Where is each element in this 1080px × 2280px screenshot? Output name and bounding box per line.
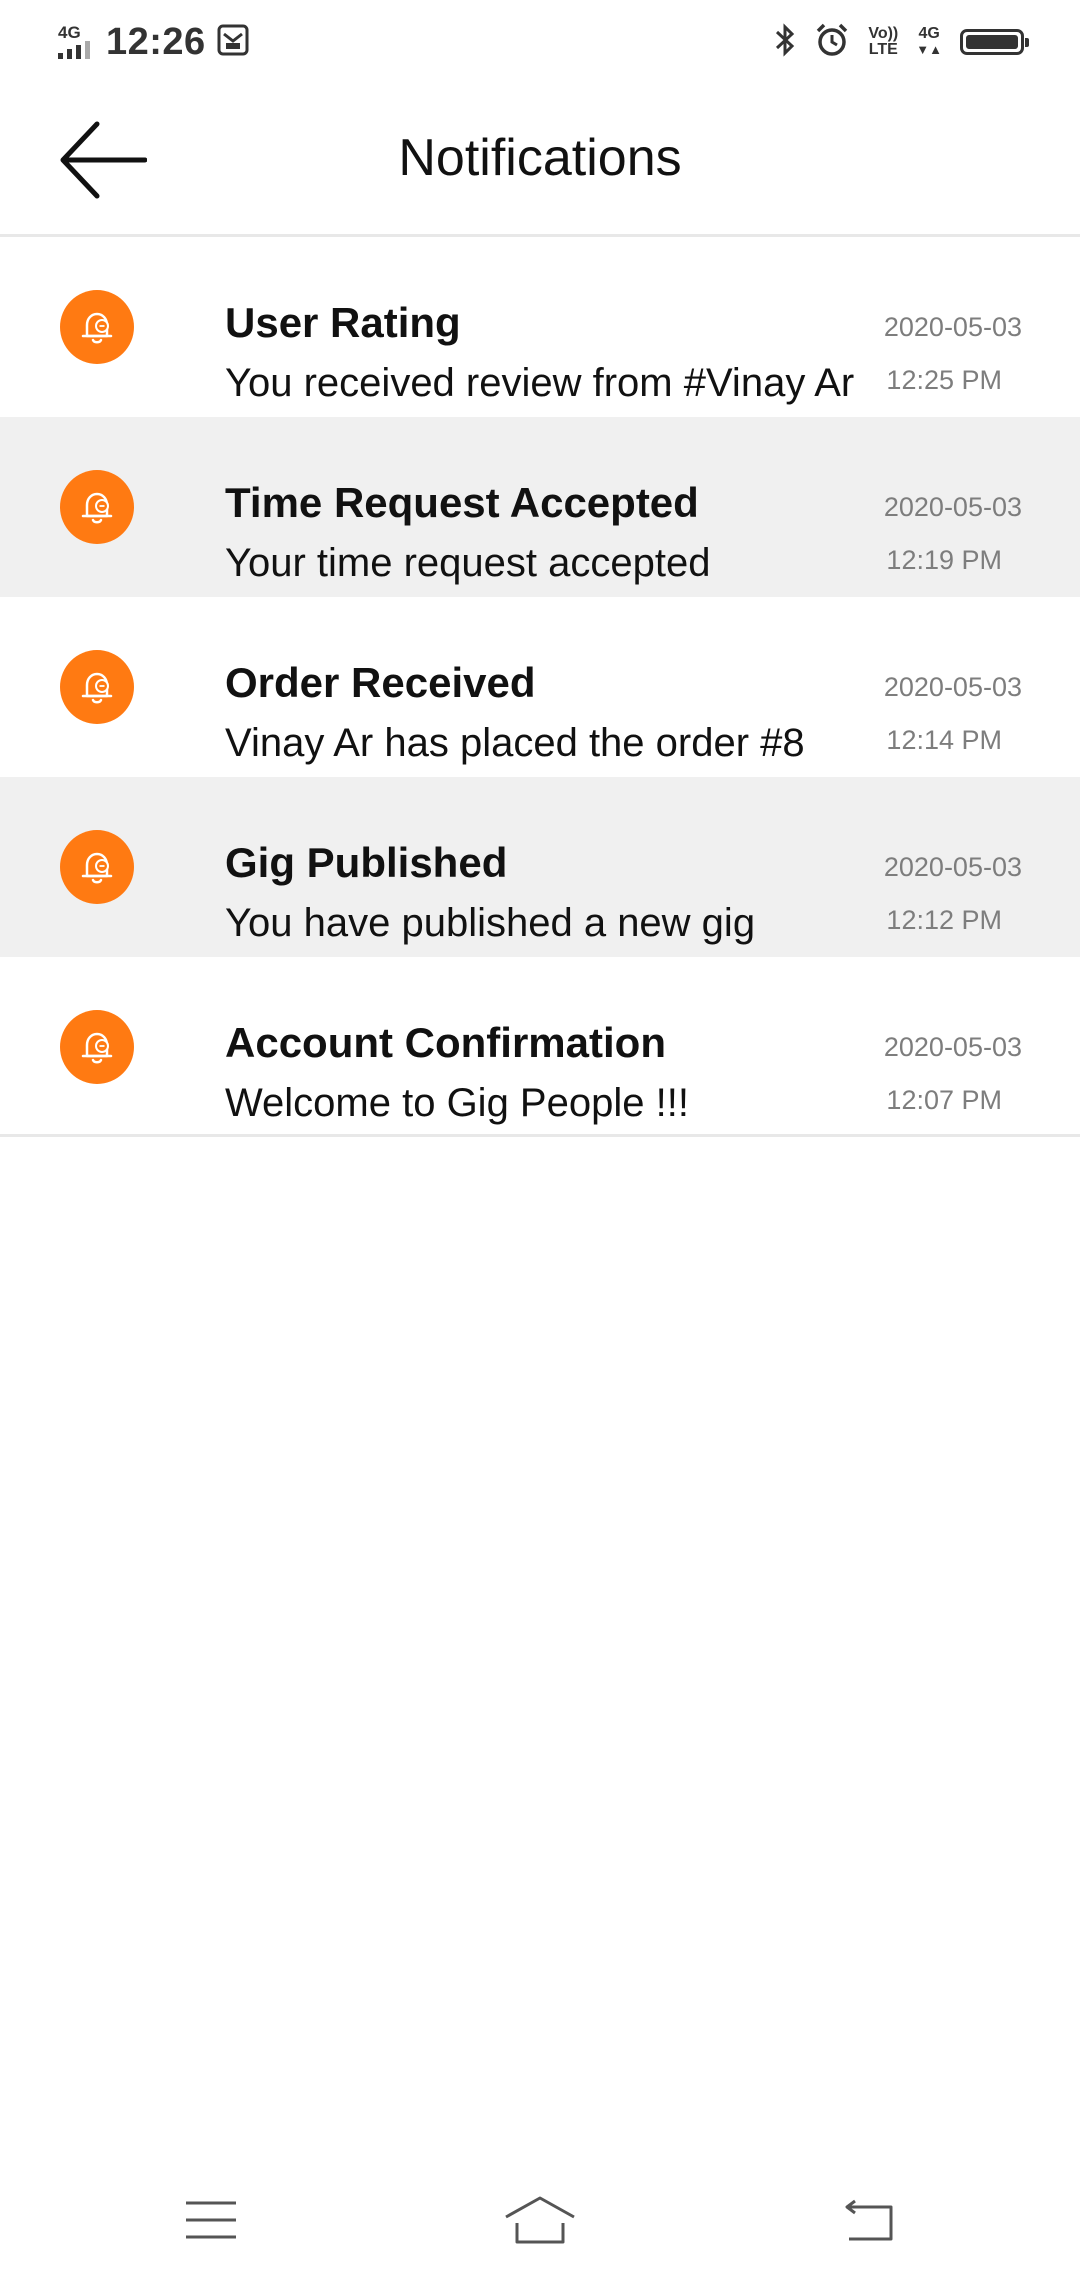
notification-title: User Rating [225,299,461,346]
notification-row-gig-published[interactable]: Gig Published You have published a new g… [0,777,1080,957]
notification-date: 2020-05-03 [883,672,1022,702]
notification-date: 2020-05-03 [883,312,1022,342]
system-back-button[interactable] [820,2190,920,2250]
notification-message: You have published a new gig [225,901,756,945]
menu-icon [186,2201,236,2239]
notification-row-order-received[interactable]: Order Received Vinay Ar has placed the o… [0,597,1080,777]
volte-indicator: Vo)) LTE [868,26,898,58]
notification-date: 2020-05-03 [883,492,1022,522]
notification-row-time-request-accepted[interactable]: Time Request Accepted Your time request … [0,417,1080,597]
page-title: Notifications [398,129,682,187]
notification-date: 2020-05-03 [883,852,1022,882]
notification-time: 12:12 PM [886,905,1002,935]
notification-message: Your time request accepted [225,541,711,585]
notification-time: 12:14 PM [886,725,1002,755]
network-label: 4G [58,23,81,42]
alarm-icon [814,22,850,63]
notification-bell-icon [60,290,134,364]
clock: 12:26 [106,20,206,63]
volte-top: Vo)) [868,25,899,42]
notification-list: User Rating You received review from #Vi… [0,237,1080,1137]
network-right-label: 4G [918,25,940,42]
notification-message: You received review from #Vinay Ar [225,361,855,405]
notification-title: Time Request Accepted [225,479,699,526]
network-right: 4G ▼▲ [916,25,942,58]
home-icon [505,2196,575,2244]
notification-title: Gig Published [225,839,508,886]
bluetooth-icon [774,22,796,63]
status-bar: 4G 12:26 Vo)) LTE 4G ▼▲ [0,0,1080,84]
signal-icon: 4G [58,23,90,59]
notification-date: 2020-05-03 [883,1032,1022,1062]
notification-bell-icon [60,470,134,544]
notification-time: 12:25 PM [886,365,1002,395]
notification-row-account-confirmation[interactable]: Account Confirmation Welcome to Gig Peop… [0,957,1080,1137]
notification-title: Account Confirmation [225,1019,666,1066]
notification-message: Vinay Ar has placed the order #8 [225,721,805,765]
status-left: 4G 12:26 [58,18,250,66]
notification-time: 12:07 PM [886,1085,1002,1115]
message-icon [216,23,250,62]
notification-title: Order Received [225,659,536,706]
notification-message: Welcome to Gig People !!! [225,1081,689,1125]
status-right: Vo)) LTE 4G ▼▲ [774,18,1029,66]
notification-bell-icon [60,650,134,724]
notification-bell-icon [60,1010,134,1084]
menu-button[interactable] [161,2190,261,2250]
battery-icon [960,29,1029,55]
system-nav-bar [0,2160,1080,2280]
app-bar: Notifications [0,84,1080,237]
back-icon [845,2199,893,2241]
notification-time: 12:19 PM [886,545,1002,575]
notification-row-user-rating[interactable]: User Rating You received review from #Vi… [0,237,1080,417]
home-button[interactable] [490,2190,590,2250]
notification-bell-icon [60,830,134,904]
volte-bottom: LTE [868,41,898,58]
